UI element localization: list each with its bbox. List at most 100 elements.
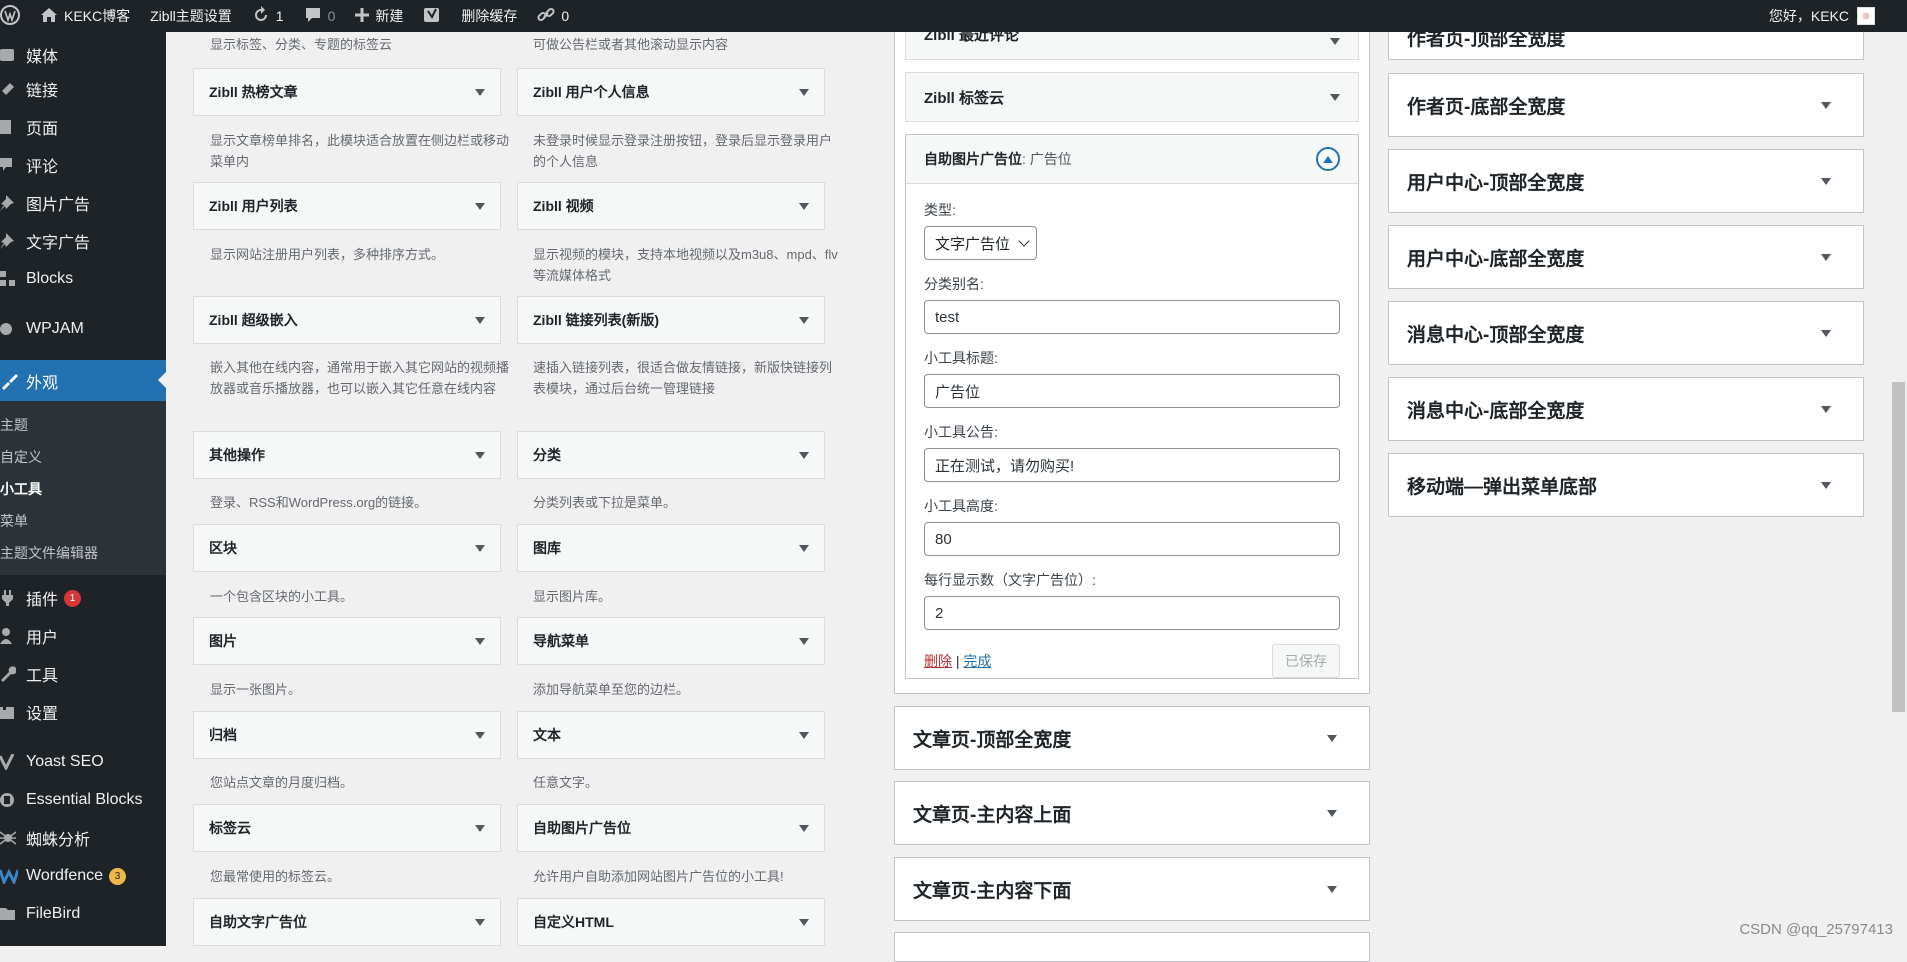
spider-icon (0, 828, 26, 848)
clear-cache-item[interactable]: 删除缓存 (451, 0, 527, 32)
site-name: KEKC博客 (64, 8, 131, 24)
area-title: 文章页-主内容下面 (913, 880, 1072, 902)
widget-image-ad-slot[interactable]: 自助图片广告位 (517, 804, 825, 852)
menu-item-blocks[interactable]: Blocks (0, 260, 166, 298)
theme-settings-label: Zibll主题设置 (150, 8, 232, 24)
menu-item-wordfence[interactable]: Wordfence 3 (0, 857, 166, 895)
menu-item-comments[interactable]: 评论 (0, 146, 166, 184)
type-select[interactable]: 文字广告位 (924, 226, 1038, 260)
widget-meta[interactable]: 其他操作 (193, 431, 501, 479)
sidebar-widget-zibll-tag-cloud[interactable]: Zibll 标签云 (905, 72, 1359, 122)
folder-icon (0, 904, 26, 924)
arrow-down-icon (1821, 481, 1831, 489)
widget-title: Zibll 用户个人信息 (533, 84, 650, 100)
widget-area-post-top-full[interactable]: 文章页-顶部全宽度 (894, 706, 1370, 770)
widget-zibll-hot-posts[interactable]: Zibll 热榜文章 (193, 68, 501, 116)
yoast-icon (0, 752, 26, 772)
notice-input[interactable]: 正在测试，请勿购买! (924, 448, 1340, 482)
widget-area-user-center-bottom[interactable]: 用户中心-底部全宽度 (1388, 225, 1864, 289)
widget-zibll-user-list[interactable]: Zibll 用户列表 (193, 182, 501, 230)
menu-item-media[interactable]: 媒体 (0, 40, 166, 70)
yoast-item[interactable] (413, 0, 451, 32)
widget-area-post-below-content[interactable]: 文章页-主内容下面 (894, 857, 1370, 921)
submenu-item-theme-editor[interactable]: 主题文件编辑器 (0, 537, 166, 569)
widget-image[interactable]: 图片 (193, 617, 501, 665)
widget-zibll-user-info[interactable]: Zibll 用户个人信息 (517, 68, 825, 116)
links-item[interactable]: 0 (527, 0, 579, 32)
per-row-input[interactable]: 2 (924, 596, 1340, 630)
arrow-down-icon (1330, 38, 1340, 45)
alias-input[interactable]: test (924, 300, 1340, 334)
widget-title-input[interactable]: 广告位 (924, 374, 1340, 408)
menu-label-pages: 页面 (26, 121, 59, 138)
widget-description: 未登录时候显示登录注册按钮，登录后显示登录用户的个人信息 (533, 133, 833, 169)
widget-gallery[interactable]: 图库 (517, 524, 825, 572)
page-scrollbar[interactable] (1890, 32, 1907, 946)
widget-area-partial[interactable] (894, 932, 1370, 962)
widget-area-author-bottom-full[interactable]: 作者页-底部全宽度 (1388, 73, 1864, 137)
submenu-item-widgets[interactable]: 小工具 (0, 473, 166, 505)
menu-item-yoast[interactable]: Yoast SEO (0, 743, 166, 781)
saved-button[interactable]: 已保存 (1272, 644, 1340, 678)
widget-categories[interactable]: 分类 (517, 431, 825, 479)
widget-area-message-top[interactable]: 消息中心-顶部全宽度 (1388, 301, 1864, 365)
new-content-item[interactable]: 新建 (345, 0, 413, 32)
theme-settings-item[interactable]: Zibll主题设置 (140, 0, 242, 32)
done-link[interactable]: 完成 (963, 653, 991, 669)
widget-archives[interactable]: 归档 (193, 711, 501, 759)
menu-item-wpjam[interactable]: WPJAM (0, 310, 166, 348)
menu-item-users[interactable]: 用户 (0, 617, 166, 655)
widget-nav-menu[interactable]: 导航菜单 (517, 617, 825, 665)
menu-item-settings[interactable]: 设置 (0, 693, 166, 731)
menu-item-tools[interactable]: 工具 (0, 655, 166, 693)
widget-description: 分类列表或下拉是菜单。 (533, 495, 677, 510)
widget-block[interactable]: 区块 (193, 524, 501, 572)
widget-form-title-wrap: 自助图片广告位: 广告位 (924, 149, 1072, 169)
menu-item-essential-blocks[interactable]: Essential Blocks (0, 781, 166, 819)
menu-item-text-ads[interactable]: 文字广告 (0, 222, 166, 260)
delete-link[interactable]: 删除 (924, 653, 952, 669)
arrow-down-icon (799, 202, 809, 210)
submenu-item-customize[interactable]: 自定义 (0, 441, 166, 473)
page-icon (0, 117, 26, 137)
widget-area-user-center-top[interactable]: 用户中心-顶部全宽度 (1388, 149, 1864, 213)
site-name-item[interactable]: KEKC博客 (30, 0, 140, 32)
widget-custom-html[interactable]: 自定义HTML (517, 898, 825, 946)
updates-item[interactable]: 1 (242, 0, 294, 32)
widget-area-post-above-content[interactable]: 文章页-主内容上面 (894, 781, 1370, 845)
widget-title: 自定义HTML (533, 914, 614, 930)
menu-item-filebird[interactable]: FileBird (0, 895, 166, 933)
widget-form-header[interactable]: 自助图片广告位: 广告位 (906, 135, 1358, 184)
scrollbar-thumb[interactable] (1892, 382, 1905, 712)
comments-item[interactable]: 0 (294, 0, 346, 32)
account-menu[interactable]: 您好，KEKC (1769, 6, 1907, 26)
menu-item-appearance[interactable]: 外观 (0, 360, 166, 401)
widget-title: 图库 (533, 540, 561, 556)
menu-label-text-ads: 文字广告 (26, 235, 91, 252)
menu-item-pages[interactable]: 页面 (0, 108, 166, 146)
widget-title: 自助文字广告位 (209, 914, 307, 930)
menu-item-plugins[interactable]: 插件 1 (0, 579, 166, 617)
arrow-down-icon (475, 316, 485, 324)
widget-zibll-embed[interactable]: Zibll 超级嵌入 (193, 296, 501, 344)
submenu-item-themes[interactable]: 主题 (0, 409, 166, 441)
widget-zibll-video[interactable]: Zibll 视频 (517, 182, 825, 230)
submenu-item-menus[interactable]: 菜单 (0, 505, 166, 537)
menu-item-links[interactable]: 链接 (0, 70, 166, 108)
widget-text-ad-slot[interactable]: 自助文字广告位 (193, 898, 501, 946)
widget-zibll-link-list[interactable]: Zibll 链接列表(新版) (517, 296, 825, 344)
arrow-down-icon (475, 88, 485, 96)
media-icon (0, 45, 26, 65)
widget-text[interactable]: 文本 (517, 711, 825, 759)
height-input[interactable]: 80 (924, 522, 1340, 556)
menu-item-image-ads[interactable]: 图片广告 (0, 184, 166, 222)
widget-area-mobile-menu-bottom[interactable]: 移动端—弹出菜单底部 (1388, 453, 1864, 517)
wordpress-logo-item[interactable] (0, 0, 30, 32)
link-icon (0, 79, 26, 99)
menu-item-spider[interactable]: 蜘蛛分析 (0, 819, 166, 857)
widget-area-message-bottom[interactable]: 消息中心-底部全宽度 (1388, 377, 1864, 441)
collapse-toggle[interactable] (1316, 147, 1340, 171)
links-count: 0 (561, 8, 570, 24)
widget-tag-cloud[interactable]: 标签云 (193, 804, 501, 852)
widget-description: 您站点文章的月度归档。 (210, 775, 354, 790)
